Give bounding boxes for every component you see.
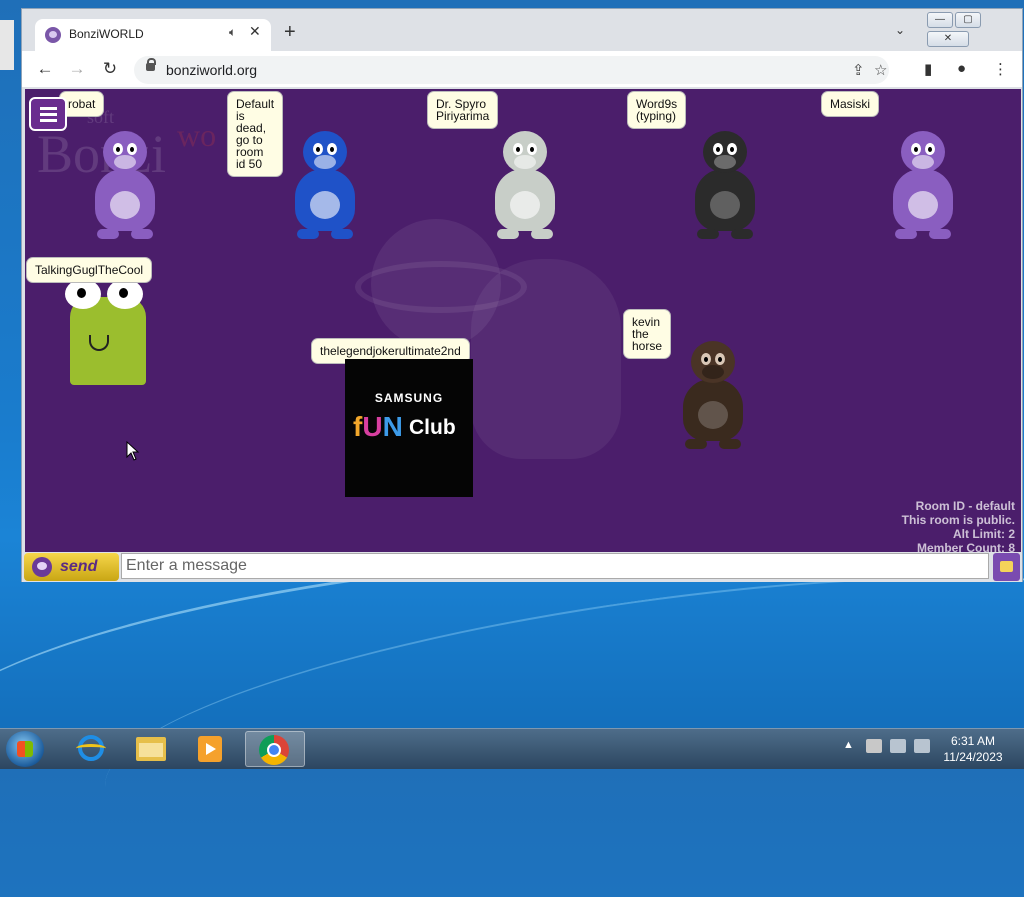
back-icon[interactable]: ← [34, 58, 56, 80]
bonzi-avatar-robat[interactable] [85, 129, 165, 241]
media-player-icon [198, 736, 222, 762]
samsung-fun-club-avatar[interactable]: SAMSUNG fUN Club [345, 359, 473, 497]
new-tab-button[interactable]: + [284, 21, 296, 44]
tab-title: BonziWORLD [69, 27, 144, 41]
browser-toolbar: ← → ↻ bonziworld.org ⇪ ☆ ▮ ● ⋮ [22, 51, 1022, 87]
user-nametag-kevin: kevin the horse [623, 309, 672, 359]
alt-limit-text: Alt Limit: 2 [953, 527, 1015, 541]
network-icon[interactable] [890, 739, 906, 753]
bonzi-favicon-icon [45, 27, 61, 43]
user-nametag-dr-spyro: Dr. Spyro Piriyarima [427, 91, 499, 129]
send-button[interactable]: send [24, 553, 119, 581]
chat-bar: send [22, 552, 1022, 582]
browser-window: BonziWORLD 🔈︎ ✕ + ⌄ — ▢ ✕ ← → ↻ bonziworld… [21, 8, 1023, 582]
minimize-button[interactable]: — [927, 12, 953, 28]
share-icon[interactable]: ⇪ [852, 61, 865, 79]
windows-taskbar: ▲ 6:31 AM 11/24/2023 [0, 728, 1024, 769]
window-controls: — ▢ ✕ [925, 9, 1022, 47]
tab-close-icon[interactable]: ✕ [249, 23, 261, 40]
reload-icon[interactable]: ↻ [99, 58, 121, 80]
tray-overflow-arrow[interactable]: ▲ [843, 739, 854, 751]
forward-icon[interactable]: → [66, 58, 88, 80]
samsung-logo-text: SAMSUNG [374, 391, 444, 405]
system-clock[interactable]: 6:31 AM 11/24/2023 [930, 733, 1016, 765]
bonzi-send-icon [32, 557, 52, 577]
fun-logo: fUN [353, 411, 403, 442]
start-button[interactable] [6, 731, 44, 767]
bonziworld-room[interactable]: soft Bonzi wo robat Default is dead, go to r… [25, 89, 1021, 580]
chat-log-icon[interactable] [993, 553, 1020, 581]
user-nametag-word9s: Word9s (typing) [627, 91, 687, 129]
chrome-icon [259, 735, 289, 765]
desktop-icon-partial[interactable] [0, 20, 14, 70]
bonzi-avatar-word9s[interactable] [685, 129, 765, 241]
folder-icon [136, 737, 166, 761]
taskbar-app-media-player[interactable] [182, 731, 238, 767]
user-nametag-default: Default is dead, go to room id 50 [227, 91, 283, 177]
tab-search-icon[interactable]: ⌄ [895, 23, 905, 37]
maximize-button[interactable]: ▢ [955, 12, 981, 28]
bonzi-avatar-dr-spyro[interactable] [485, 129, 565, 241]
bonzi-avatar-masiski[interactable] [883, 129, 963, 241]
taskbar-app-chrome[interactable] [245, 731, 305, 767]
background-bonzi-silhouette [471, 259, 621, 459]
browser-menu-icon[interactable]: ⋮ [993, 60, 1008, 78]
room-public-text: This room is public. [901, 513, 1015, 527]
bonzi-avatar-kevin[interactable] [673, 339, 753, 451]
tab-bonziworld[interactable]: BonziWORLD 🔈︎ ✕ [35, 19, 271, 51]
frog-avatar-talkingguglthecool[interactable] [65, 279, 160, 389]
user-nametag-talkingguglthecool: TalkingGuglTheCool [26, 257, 153, 283]
internet-explorer-icon [76, 735, 106, 761]
taskbar-app-internet-explorer[interactable] [62, 731, 118, 767]
bonzi-avatar-default[interactable] [285, 129, 365, 241]
user-nametag-masiski: Masiski [821, 91, 880, 117]
window-close-button[interactable]: ✕ [927, 31, 969, 47]
bookmark-star-icon[interactable]: ☆ [874, 61, 887, 79]
address-bar[interactable]: bonziworld.org ⇪ ☆ [134, 56, 889, 84]
url-text[interactable]: bonziworld.org [166, 62, 257, 78]
room-menu-button[interactable] [29, 97, 67, 131]
clock-time: 6:31 AM [950, 734, 996, 748]
profile-icon[interactable]: ● [957, 60, 966, 77]
chat-message-input[interactable] [121, 553, 989, 579]
lock-icon[interactable] [146, 58, 156, 71]
volume-muted-icon[interactable] [914, 739, 930, 753]
room-id-text: Room ID - default [915, 499, 1015, 513]
taskbar-app-explorer[interactable] [122, 731, 178, 767]
club-logo-text: Club [409, 416, 456, 439]
action-center-flag-icon[interactable] [866, 739, 882, 753]
tab-strip: BonziWORLD 🔈︎ ✕ + ⌄ — ▢ ✕ [22, 9, 1022, 51]
side-panel-icon[interactable]: ▮ [924, 60, 932, 78]
mouse-cursor-icon [126, 441, 140, 461]
room-info-panel: Room ID - default This room is public. A… [902, 499, 1015, 555]
clock-date: 11/24/2023 [943, 750, 1003, 764]
speaker-icon[interactable]: 🔈︎ [229, 25, 236, 40]
